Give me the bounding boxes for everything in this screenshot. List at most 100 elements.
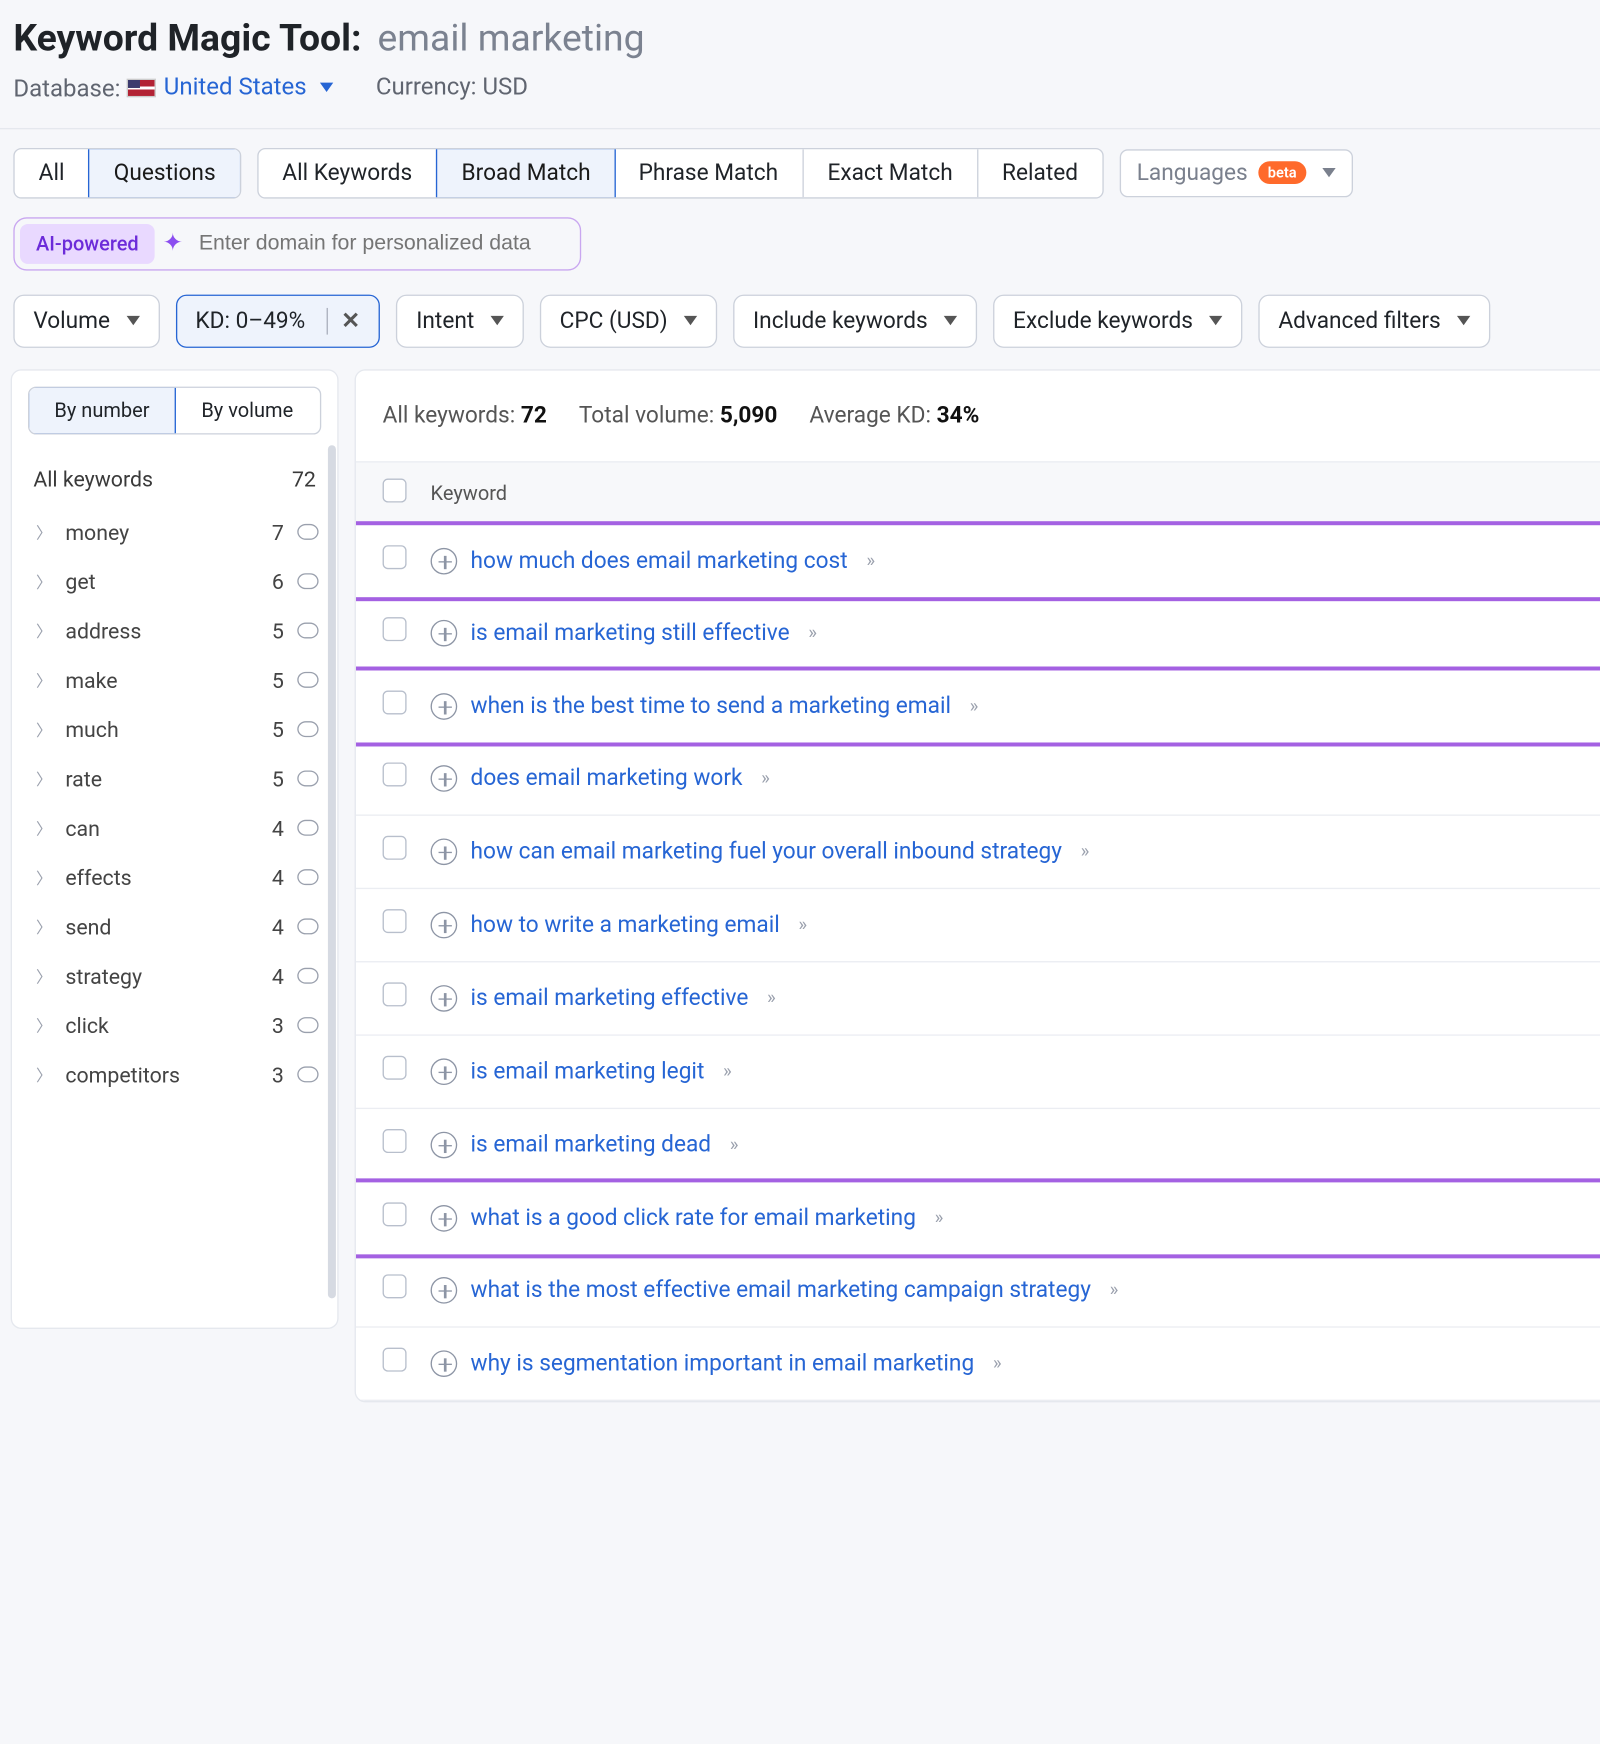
expand-icon[interactable]: [431, 1276, 458, 1303]
expand-icon[interactable]: [431, 984, 458, 1011]
filter-volume[interactable]: Volume: [13, 294, 159, 347]
eye-icon[interactable]: [297, 1017, 318, 1033]
sidebar-group[interactable]: 〉get 6: [12, 557, 337, 606]
tab-phrase-match[interactable]: Phrase Match: [615, 149, 804, 197]
open-icon[interactable]: »: [798, 914, 803, 935]
open-icon[interactable]: »: [935, 1207, 940, 1228]
keyword-link[interactable]: is email marketing still effective: [471, 619, 790, 646]
eye-icon[interactable]: [297, 573, 318, 589]
expand-icon[interactable]: [431, 1204, 458, 1231]
row-checkbox[interactable]: [383, 836, 407, 860]
open-icon[interactable]: »: [1110, 1279, 1115, 1300]
sort-by-number[interactable]: By number: [28, 386, 176, 434]
tab-all[interactable]: All: [15, 149, 90, 197]
row-checkbox[interactable]: [383, 909, 407, 933]
keyword-link[interactable]: how to write a marketing email: [471, 911, 780, 938]
open-icon[interactable]: »: [808, 622, 813, 643]
languages-dropdown[interactable]: Languages beta: [1119, 149, 1352, 197]
open-icon[interactable]: »: [761, 767, 766, 788]
sidebar-group[interactable]: 〉can 4: [12, 803, 337, 852]
ai-domain-input[interactable]: [191, 221, 578, 266]
tab-exact-match[interactable]: Exact Match: [803, 149, 978, 197]
eye-icon[interactable]: [297, 869, 318, 885]
eye-icon[interactable]: [297, 623, 318, 639]
expand-icon[interactable]: [431, 1058, 458, 1085]
group-count: 3: [272, 1012, 284, 1037]
sidebar-group[interactable]: 〉strategy 4: [12, 951, 337, 1000]
sidebar-group[interactable]: 〉competitors 3: [12, 1050, 337, 1099]
keyword-link[interactable]: is email marketing effective: [471, 984, 749, 1011]
keyword-link[interactable]: when is the best time to send a marketin…: [471, 692, 951, 719]
filter-intent[interactable]: Intent: [396, 294, 523, 347]
tab-related[interactable]: Related: [978, 149, 1102, 197]
row-checkbox[interactable]: [383, 982, 407, 1006]
eye-icon[interactable]: [297, 968, 318, 984]
open-icon[interactable]: »: [993, 1352, 998, 1373]
tab-broad-match[interactable]: Broad Match: [436, 147, 616, 198]
keyword-link[interactable]: does email marketing work: [471, 764, 743, 791]
open-icon[interactable]: »: [723, 1060, 728, 1081]
filter-advanced[interactable]: Advanced filters: [1258, 294, 1490, 347]
row-checkbox[interactable]: [383, 1348, 407, 1372]
eye-icon[interactable]: [297, 820, 318, 836]
open-icon[interactable]: »: [970, 695, 975, 716]
filter-cpc[interactable]: CPC (USD): [540, 294, 717, 347]
scrollbar[interactable]: [328, 445, 336, 1298]
eye-icon[interactable]: [297, 918, 318, 934]
expand-icon[interactable]: [431, 838, 458, 865]
chevron-down-icon: [320, 83, 333, 92]
keyword-link[interactable]: why is segmentation important in email m…: [471, 1350, 975, 1377]
database-selector[interactable]: Database: United States: [13, 73, 333, 103]
filter-include[interactable]: Include keywords: [733, 294, 977, 347]
open-icon[interactable]: »: [1081, 840, 1086, 861]
eye-icon[interactable]: [297, 1066, 318, 1082]
row-checkbox[interactable]: [383, 762, 407, 786]
close-icon[interactable]: ✕: [327, 307, 361, 334]
open-icon[interactable]: »: [767, 987, 772, 1008]
row-checkbox[interactable]: [383, 1202, 407, 1226]
eye-icon[interactable]: [297, 524, 318, 540]
sidebar-group[interactable]: 〉rate 5: [12, 754, 337, 803]
row-checkbox[interactable]: [383, 1274, 407, 1298]
filter-kd[interactable]: KD: 0–49% ✕: [175, 294, 380, 347]
expand-icon[interactable]: [431, 1350, 458, 1377]
eye-icon[interactable]: [297, 770, 318, 786]
select-all-checkbox[interactable]: [383, 478, 407, 502]
sidebar-group[interactable]: 〉money 7: [12, 507, 337, 556]
tab-all-keywords[interactable]: All Keywords: [258, 149, 437, 197]
eye-icon[interactable]: [297, 672, 318, 688]
table-row: how to write a marketing email » I 170 4…: [356, 888, 1600, 961]
keyword-link[interactable]: is email marketing dead: [471, 1131, 712, 1158]
sidebar-group[interactable]: 〉click 3: [12, 1000, 337, 1049]
expand-icon[interactable]: [431, 911, 458, 938]
row-checkbox[interactable]: [383, 545, 407, 569]
filter-exclude[interactable]: Exclude keywords: [993, 294, 1242, 347]
row-checkbox[interactable]: [383, 1129, 407, 1153]
row-checkbox[interactable]: [383, 690, 407, 714]
keyword-link[interactable]: how much does email marketing cost: [471, 547, 848, 574]
open-icon[interactable]: »: [866, 550, 871, 571]
expand-icon[interactable]: [431, 692, 458, 719]
sidebar-group[interactable]: 〉address 5: [12, 606, 337, 655]
sidebar-group[interactable]: 〉effects 4: [12, 852, 337, 901]
group-label: can: [65, 815, 100, 840]
sidebar-group[interactable]: 〉much 5: [12, 704, 337, 753]
row-checkbox[interactable]: [383, 617, 407, 641]
keyword-link[interactable]: what is the most effective email marketi…: [471, 1276, 1091, 1303]
expand-icon[interactable]: [431, 1131, 458, 1158]
col-keyword[interactable]: Keyword: [431, 481, 1600, 505]
eye-icon[interactable]: [297, 721, 318, 737]
expand-icon[interactable]: [431, 547, 458, 574]
row-checkbox[interactable]: [383, 1056, 407, 1080]
expand-icon[interactable]: [431, 619, 458, 646]
sidebar-group[interactable]: 〉send 4: [12, 902, 337, 951]
keyword-link[interactable]: is email marketing legit: [471, 1058, 705, 1085]
sidebar-group[interactable]: 〉make 5: [12, 655, 337, 704]
tab-questions[interactable]: Questions: [88, 147, 241, 198]
sort-by-volume[interactable]: By volume: [175, 387, 320, 432]
group-count: 3: [272, 1062, 284, 1087]
expand-icon[interactable]: [431, 764, 458, 791]
keyword-link[interactable]: what is a good click rate for email mark…: [471, 1204, 916, 1231]
keyword-link[interactable]: how can email marketing fuel your overal…: [471, 838, 1062, 865]
open-icon[interactable]: »: [730, 1134, 735, 1155]
